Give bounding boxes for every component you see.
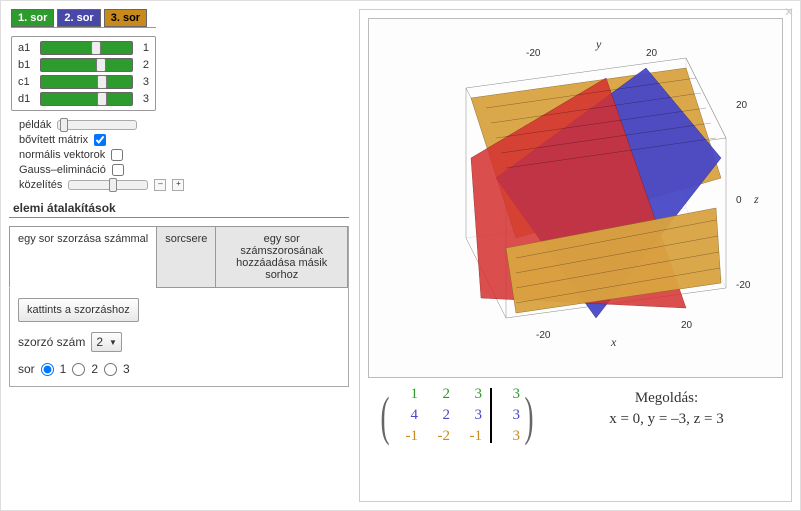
gauss-checkbox[interactable] (112, 164, 124, 176)
plot-3d[interactable]: -20 20 y 20 0 -20 z -20 20 x (386, 28, 766, 368)
tick-z-pos: 20 (736, 100, 748, 111)
multiplier-label: szorzó szám (18, 335, 85, 349)
slider-label: a1 (18, 42, 36, 54)
augmented-matrix: ( 123423-1-2-1 333 ) (376, 386, 538, 445)
ops-section-title: elemi átalakítások (9, 199, 349, 218)
op-tabs: egy sor szorzása számmal sorcsere egy so… (10, 227, 348, 288)
row-tab-strip: 1. sor 2. sor 3. sor (11, 9, 156, 28)
slider-b1[interactable] (40, 58, 133, 72)
solution-text: x = 0, y = –3, z = 3 (558, 411, 775, 428)
matrix-cell: -1 (458, 428, 482, 445)
gauss-label: Gauss–elimináció (19, 164, 106, 176)
op-tab-multiply[interactable]: egy sor szorzása számmal (9, 226, 157, 288)
slider-label: b1 (18, 59, 36, 71)
kozelites-row: közelítés – + (19, 179, 349, 191)
matrix-cell: 2 (426, 407, 450, 424)
row-tab-2[interactable]: 2. sor (57, 9, 100, 27)
row-tab-1[interactable]: 1. sor (11, 9, 54, 27)
op-tab-addmul[interactable]: egy sor számszorosának hozzáadása másik … (215, 226, 348, 288)
solution-title: Megoldás: (558, 390, 775, 407)
multiplier-value: 2 (96, 335, 103, 349)
gauss-row: Gauss–elimináció (19, 164, 349, 176)
row-radio-group: sor 1 2 3 (18, 362, 340, 376)
slider-value: 1 (137, 42, 149, 54)
slider-a1[interactable] (40, 41, 133, 55)
slider-row-c1: c1 3 (18, 75, 149, 89)
controls-column: 1. sor 2. sor 3. sor a1 1 b1 2 c1 3 d1 3 példák… (9, 9, 349, 502)
matrix-cell: 3 (458, 407, 482, 424)
slider-value: 2 (137, 59, 149, 71)
multiplier-row: szorzó szám 2 ▼ (18, 332, 340, 352)
matrix-aug-cell: 3 (500, 407, 520, 424)
row-radio-2[interactable] (72, 363, 85, 376)
close-icon[interactable]: ✕ (784, 5, 794, 19)
bracket-left: ( (380, 389, 389, 443)
row-radio-3[interactable] (104, 363, 117, 376)
op-tab-swap[interactable]: sorcsere (156, 226, 216, 288)
slider-row-b1: b1 2 (18, 58, 149, 72)
chevron-down-icon: ▼ (109, 338, 117, 347)
peldak-slider[interactable] (57, 120, 137, 130)
matrix-aug-cell: 3 (500, 428, 520, 445)
bov-matrix-row: bővített mátrix (19, 134, 349, 146)
row-radio-1[interactable] (41, 363, 54, 376)
ops-panel: egy sor szorzása számmal sorcsere egy so… (9, 226, 349, 387)
slider-value: 3 (137, 76, 149, 88)
kozelites-minus[interactable]: – (154, 179, 166, 191)
tick-x-pos: 20 (681, 320, 693, 331)
axis-x-label: x (610, 335, 617, 349)
matrix-cell: 1 (394, 386, 418, 403)
matrix-cell: -2 (426, 428, 450, 445)
slider-label: d1 (18, 93, 36, 105)
output-column: -20 20 y 20 0 -20 z -20 20 x ( 123423-1-… (359, 9, 792, 502)
axis-y-label: y (595, 37, 602, 51)
kozelites-label: közelítés (19, 179, 62, 191)
row-radio-3-label: 3 (123, 362, 130, 376)
multiplier-select[interactable]: 2 ▼ (91, 332, 122, 352)
matrix-cell: 3 (458, 386, 482, 403)
slider-label: c1 (18, 76, 36, 88)
app-root: ✕ 1. sor 2. sor 3. sor a1 1 b1 2 c1 3 d1 3 péld… (0, 0, 801, 511)
peldak-row: példák (19, 119, 349, 131)
slider-row-d1: d1 3 (18, 92, 149, 106)
coefficient-sliders: a1 1 b1 2 c1 3 d1 3 (11, 36, 156, 111)
plot-wrap: -20 20 y 20 0 -20 z -20 20 x (368, 18, 783, 378)
norm-vectors-label: normális vektorok (19, 149, 105, 161)
tick-z-neg: -20 (736, 280, 751, 291)
tick-y-neg: -20 (526, 48, 541, 59)
slider-c1[interactable] (40, 75, 133, 89)
slider-value: 3 (137, 93, 149, 105)
matrix-cell: 2 (426, 386, 450, 403)
bottom-row: ( 123423-1-2-1 333 ) Megoldás: x = 0, y … (368, 386, 783, 445)
slider-d1[interactable] (40, 92, 133, 106)
tick-z-zero: 0 (736, 195, 742, 206)
ops-body: kattints a szorzáshoz szorzó szám 2 ▼ so… (10, 288, 348, 386)
row-radio-1-label: 1 (60, 362, 67, 376)
tick-x-neg: -20 (536, 330, 551, 341)
matrix-aug-cell: 3 (500, 386, 520, 403)
axis-z-label: z (753, 192, 759, 206)
row-tab-3[interactable]: 3. sor (104, 9, 147, 27)
row-label: sor (18, 362, 35, 376)
bov-matrix-label: bővített mátrix (19, 134, 88, 146)
kozelites-plus[interactable]: + (172, 179, 184, 191)
matrix-cell: -1 (394, 428, 418, 445)
bracket-right: ) (524, 389, 533, 443)
multiply-button[interactable]: kattints a szorzáshoz (18, 298, 139, 322)
options-group: példák bővített mátrix normális vektorok… (9, 119, 349, 191)
norm-vectors-checkbox[interactable] (111, 149, 123, 161)
matrix-cell: 4 (394, 407, 418, 424)
tick-y-pos: 20 (646, 48, 658, 59)
peldak-label: példák (19, 119, 51, 131)
row-radio-2-label: 2 (91, 362, 98, 376)
solution-block: Megoldás: x = 0, y = –3, z = 3 (558, 386, 775, 428)
bov-matrix-checkbox[interactable] (94, 134, 106, 146)
kozelites-slider[interactable] (68, 180, 148, 190)
norm-vectors-row: normális vektorok (19, 149, 349, 161)
slider-row-a1: a1 1 (18, 41, 149, 55)
